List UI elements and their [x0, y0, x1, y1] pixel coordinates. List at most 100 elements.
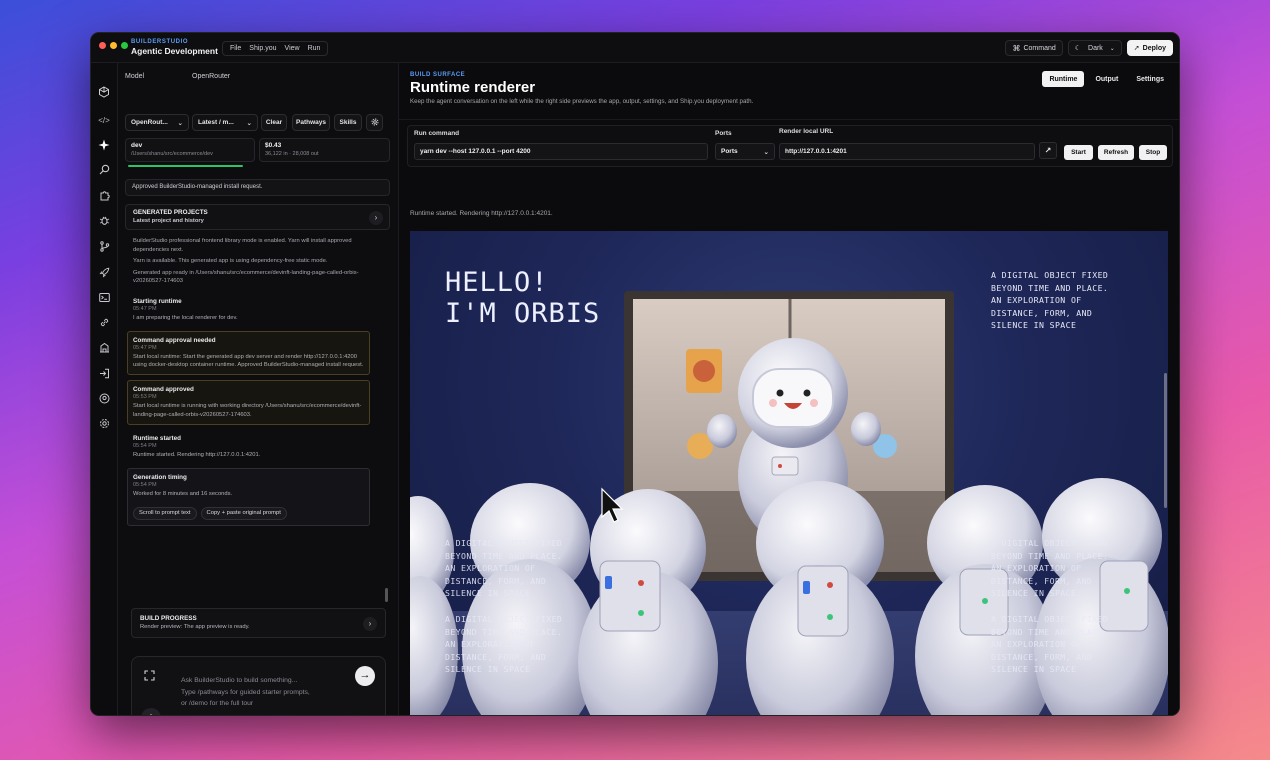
terminal-icon[interactable]: [97, 292, 111, 306]
prompt-composer[interactable]: Ask BuilderStudio to build something... …: [131, 656, 386, 715]
brand: BUILDERSTUDIO Agentic Development: [131, 39, 218, 56]
hero-heading: HELLO! I'M ORBIS: [445, 267, 600, 329]
cube-icon[interactable]: [97, 86, 111, 100]
surface-tag: BUILD SURFACE: [410, 72, 466, 78]
approval-notice: Approved BuilderStudio-managed install r…: [125, 179, 390, 196]
chevron-down-icon: ⌄: [763, 148, 769, 156]
puzzle-icon[interactable]: [97, 190, 111, 204]
event-approval-needed: Command approval needed 05:47 PM Start l…: [127, 330, 370, 376]
event-body: I am preparing the local renderer for de…: [133, 314, 238, 321]
link-icon[interactable]: [97, 317, 111, 331]
search-icon[interactable]: [97, 164, 111, 178]
add-attachment-icon[interactable]: +: [141, 708, 161, 715]
hero-line-1: HELLO!: [445, 267, 549, 298]
astronaut-back-3: [746, 481, 894, 715]
render-url-input[interactable]: http://127.0.0.1:4201: [779, 143, 1035, 160]
ports-value: Ports: [721, 148, 738, 155]
activity-feed: BuilderStudio professional frontend libr…: [124, 237, 386, 601]
settings-gear-icon[interactable]: [97, 418, 111, 432]
event-title: Command approval needed: [133, 336, 216, 344]
feed-line: BuilderStudio professional frontend libr…: [133, 238, 352, 253]
menu-shipyou[interactable]: Ship.you: [245, 42, 280, 55]
account-icon[interactable]: [97, 393, 111, 407]
panel-settings-button[interactable]: [366, 114, 383, 131]
titlebar-actions: ⌘ Command ☾ Dark ⌄ ➚ Deploy: [1005, 40, 1173, 56]
clear-button[interactable]: Clear: [261, 114, 287, 131]
app-preview[interactable]: HELLO! I'M ORBIS A DIGITAL OBJECT FIXED …: [410, 231, 1168, 715]
agent-panel: Model OpenRouter OpenRout... ⌄ Latest / …: [118, 63, 399, 715]
pathways-button[interactable]: Pathways: [292, 114, 330, 131]
chevron-down-icon: ⌄: [1109, 45, 1115, 52]
model-select[interactable]: OpenRout... ⌄: [125, 114, 189, 131]
preview-scrollbar[interactable]: [1164, 373, 1167, 508]
scroll-to-prompt-button[interactable]: Scroll to prompt text: [133, 506, 197, 520]
tab-runtime[interactable]: Runtime: [1042, 71, 1085, 87]
astronaut-back-1: [462, 483, 598, 715]
title-bar: BUILDERSTUDIO Agentic Development File S…: [91, 33, 1179, 63]
open-external-icon[interactable]: ↗: [1039, 142, 1057, 159]
sign-in-icon[interactable]: [97, 368, 111, 382]
chevron-right-icon[interactable]: ›: [363, 617, 377, 631]
gear-icon: [371, 118, 379, 128]
chevron-right-icon[interactable]: ›: [369, 211, 383, 225]
rocket-icon[interactable]: [97, 267, 111, 281]
run-command-label: Run command: [414, 130, 460, 137]
hero-blurb-left-2: A DIGITAL OBJECT FIXED BEYOND TIME AND P…: [445, 614, 563, 674]
start-button[interactable]: Start: [1064, 145, 1093, 160]
bug-icon[interactable]: [97, 215, 111, 229]
build-progress-sub: Render preview: The app preview is ready…: [140, 624, 250, 630]
placeholder-line: Ask BuilderStudio to build something...: [181, 677, 298, 684]
copy-prompt-button[interactable]: Copy + paste original prompt: [200, 506, 287, 520]
rocket-icon: ➚: [1133, 45, 1140, 52]
feed-scrollbar[interactable]: [385, 588, 388, 602]
send-arrow-icon[interactable]: →: [355, 666, 375, 686]
cost-card: $0.43 36,122 in · 28,008 out: [259, 138, 390, 162]
event-command-approved: Command approved 05:53 PM Start local ru…: [127, 380, 370, 425]
menu-file[interactable]: File: [226, 42, 245, 55]
zoom-window-button[interactable]: [121, 42, 128, 49]
expand-icon[interactable]: [144, 668, 155, 681]
generated-projects-card[interactable]: GENERATED PROJECTS Latest project and hi…: [125, 204, 390, 230]
ports-label: Ports: [715, 130, 732, 137]
event-time: 05:47 PM: [133, 344, 157, 351]
astronaut-back-2: [578, 489, 718, 715]
tab-settings[interactable]: Settings: [1129, 71, 1171, 87]
chevron-down-icon: ⌄: [177, 119, 183, 127]
sparkle-icon[interactable]: [97, 139, 111, 153]
environment-card[interactable]: dev /Users/shanu/src/ecommerce/dev: [125, 138, 255, 162]
menu-view[interactable]: View: [281, 42, 304, 55]
build-progress-title: BUILD PROGRESS: [140, 615, 197, 622]
event-body: Start local runtime: Start the generated…: [133, 353, 364, 369]
minimize-window-button[interactable]: [110, 42, 117, 49]
run-command-input[interactable]: yarn dev --host 127.0.0.1 --port 4200: [414, 143, 708, 160]
ports-select[interactable]: Ports ⌄: [715, 143, 775, 160]
git-branch-icon[interactable]: [97, 241, 111, 255]
close-window-button[interactable]: [99, 42, 106, 49]
header-divider: [399, 119, 1179, 120]
version-select-value: Latest / m...: [198, 119, 234, 126]
build-progress-card[interactable]: BUILD PROGRESS Render preview: The app p…: [131, 608, 386, 638]
event-title: Generation timing: [133, 474, 187, 482]
theme-select[interactable]: ☾ Dark ⌄: [1067, 40, 1122, 56]
tab-output[interactable]: Output: [1088, 71, 1125, 87]
hero-blurb-right-1: A DIGITAL OBJECT FIXED BEYOND TIME AND P…: [991, 538, 1109, 598]
menu-run[interactable]: Run: [304, 42, 325, 55]
code-icon[interactable]: </>: [97, 114, 111, 128]
timing-actions: Scroll to prompt text Copy + paste origi…: [133, 506, 364, 520]
feed-line: Yarn is available. This generated app is…: [133, 258, 328, 264]
stop-button[interactable]: Stop: [1139, 145, 1167, 160]
building-icon[interactable]: [97, 342, 111, 356]
version-select[interactable]: Latest / m... ⌄: [192, 114, 258, 131]
event-time: 05:53 PM: [133, 394, 157, 401]
deploy-label: Deploy: [1142, 44, 1166, 52]
window-controls: [99, 42, 128, 49]
surface-tabs: Runtime Output Settings: [1042, 71, 1171, 87]
event-time: 05:54 PM: [133, 442, 157, 449]
deploy-button[interactable]: ➚ Deploy: [1126, 40, 1173, 56]
command-button[interactable]: ⌘ Command: [1005, 40, 1063, 56]
brand-tag: BUILDERSTUDIO: [131, 39, 189, 45]
composer-placeholder[interactable]: Ask BuilderStudio to build something... …: [181, 675, 310, 710]
skills-button[interactable]: Skills: [334, 114, 362, 131]
refresh-button[interactable]: Refresh: [1098, 145, 1134, 160]
feed-line: Generated app ready in /Users/shanu/src/…: [133, 269, 359, 285]
